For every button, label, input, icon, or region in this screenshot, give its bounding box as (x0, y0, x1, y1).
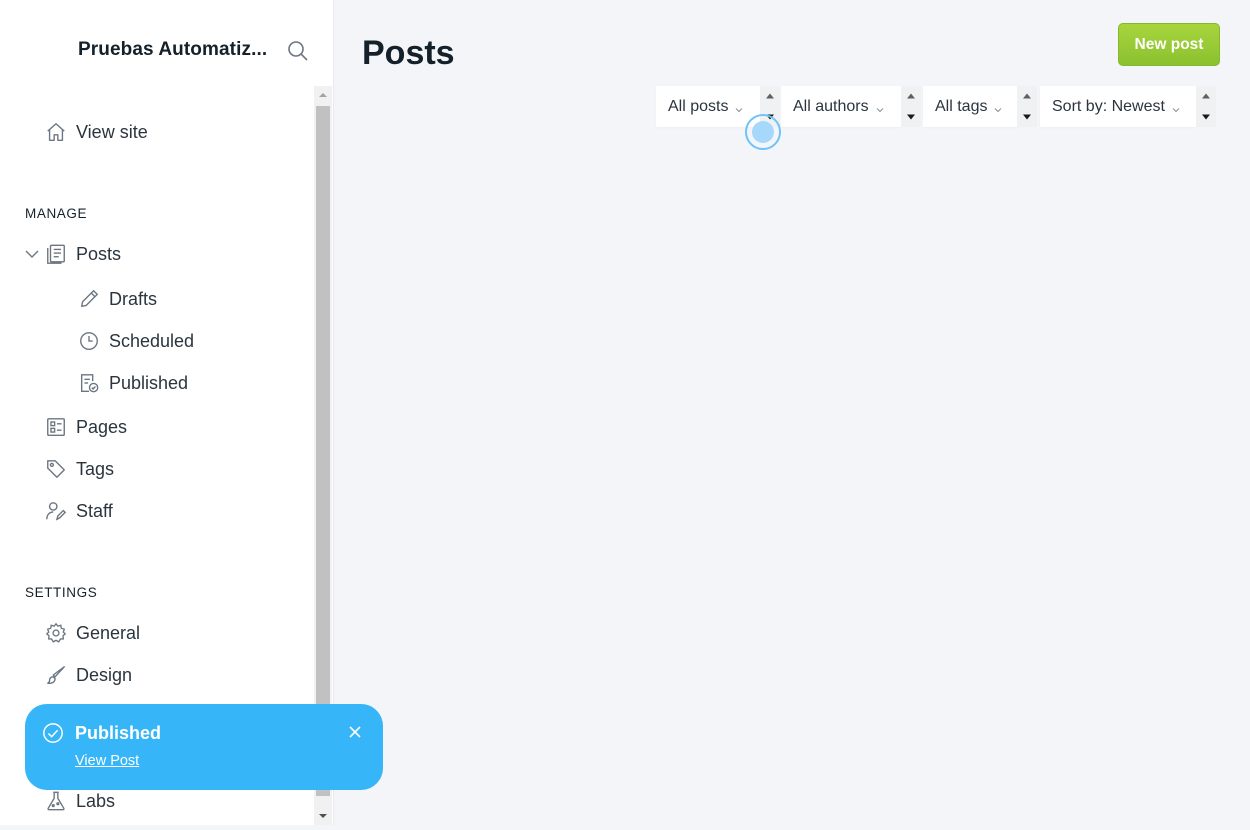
flask-icon (44, 789, 68, 813)
view-post-link[interactable]: View Post (75, 753, 139, 769)
author-filter[interactable]: All authors (781, 86, 901, 127)
clock-icon (77, 329, 101, 353)
toast-title: Published (75, 723, 162, 743)
tag-filter[interactable]: All tags (923, 86, 1017, 127)
spinner-up-arrow-icon[interactable] (760, 86, 780, 106)
published-toast: Published View Post (25, 704, 383, 790)
posts-icon (44, 242, 68, 266)
sidebar-item-label: General (76, 622, 141, 643)
pages-icon (44, 415, 68, 439)
chevron-down-icon (734, 102, 744, 112)
chevron-down-icon (875, 102, 885, 112)
scrollbar-thumb[interactable] (316, 106, 330, 796)
search-icon[interactable] (286, 39, 310, 63)
sidebar-item-posts[interactable]: Posts (44, 242, 121, 266)
post-type-filter-value: All posts (668, 97, 729, 115)
chevron-down-icon (1171, 102, 1181, 112)
spinner-up-arrow-icon[interactable] (1196, 86, 1216, 106)
sidebar-item-scheduled[interactable]: Scheduled (77, 329, 194, 353)
new-post-button[interactable]: New post (1118, 23, 1220, 66)
click-indicator-dot (752, 121, 774, 143)
sidebar-item-pages[interactable]: Pages (44, 415, 127, 439)
sort-filter-value: Sort by: Newest (1052, 97, 1165, 115)
scroll-down-arrow-icon[interactable] (314, 807, 332, 825)
sidebar-item-staff[interactable]: Staff (44, 499, 113, 523)
tag-spinner[interactable] (1017, 86, 1037, 127)
brush-icon (44, 663, 68, 687)
staff-icon (44, 499, 68, 523)
sidebar-item-labs[interactable]: Labs (44, 789, 115, 813)
sidebar-item-label: Pages (76, 416, 128, 437)
manage-section-label: MANAGE (25, 206, 88, 221)
spinner-down-arrow-icon[interactable] (1196, 107, 1216, 127)
site-title[interactable]: Pruebas Automatiz... (78, 39, 267, 61)
home-icon (44, 120, 68, 144)
sidebar-item-design[interactable]: Design (44, 663, 132, 687)
sort-filter[interactable]: Sort by: Newest (1040, 86, 1196, 127)
tag-icon (44, 457, 68, 481)
sidebar-item-published[interactable]: Published (77, 371, 188, 395)
author-filter-value: All authors (793, 97, 869, 115)
page-title: Posts (362, 34, 455, 72)
sidebar-item-label: Tags (76, 458, 115, 479)
spinner-down-arrow-icon[interactable] (1017, 107, 1037, 127)
click-indicator (745, 114, 781, 150)
sidebar-item-label: Posts (76, 243, 122, 264)
sidebar: Pruebas Automatiz... View site MANAGE Po… (0, 0, 334, 825)
spinner-up-arrow-icon[interactable] (1017, 86, 1037, 106)
sidebar-item-label: Drafts (109, 288, 158, 309)
sidebar-item-label: Labs (76, 790, 116, 811)
pencil-icon (77, 287, 101, 311)
sidebar-item-label: Published (109, 372, 189, 393)
tag-filter-value: All tags (935, 97, 988, 115)
sidebar-item-label: Scheduled (109, 330, 195, 351)
author-spinner[interactable] (901, 86, 921, 127)
close-icon[interactable] (347, 724, 363, 740)
sidebar-item-label: View site (76, 121, 148, 142)
sidebar-item-view-site[interactable]: View site (44, 120, 148, 144)
scroll-up-arrow-icon[interactable] (314, 86, 332, 104)
sidebar-item-tags[interactable]: Tags (44, 457, 114, 481)
published-doc-icon (77, 371, 101, 395)
settings-section-label: SETTINGS (25, 585, 98, 600)
chevron-down-icon[interactable] (24, 246, 40, 262)
sidebar-item-label: Design (76, 664, 133, 685)
sidebar-item-general[interactable]: General (44, 621, 140, 645)
post-type-filter[interactable]: All posts (656, 86, 760, 127)
check-circle-icon (42, 722, 64, 744)
sidebar-item-label: Staff (76, 500, 113, 521)
spinner-up-arrow-icon[interactable] (901, 86, 921, 106)
gear-icon (44, 621, 68, 645)
chevron-down-icon (993, 102, 1003, 112)
spinner-down-arrow-icon[interactable] (901, 107, 921, 127)
sort-spinner[interactable] (1196, 86, 1216, 127)
sidebar-item-drafts[interactable]: Drafts (77, 287, 157, 311)
